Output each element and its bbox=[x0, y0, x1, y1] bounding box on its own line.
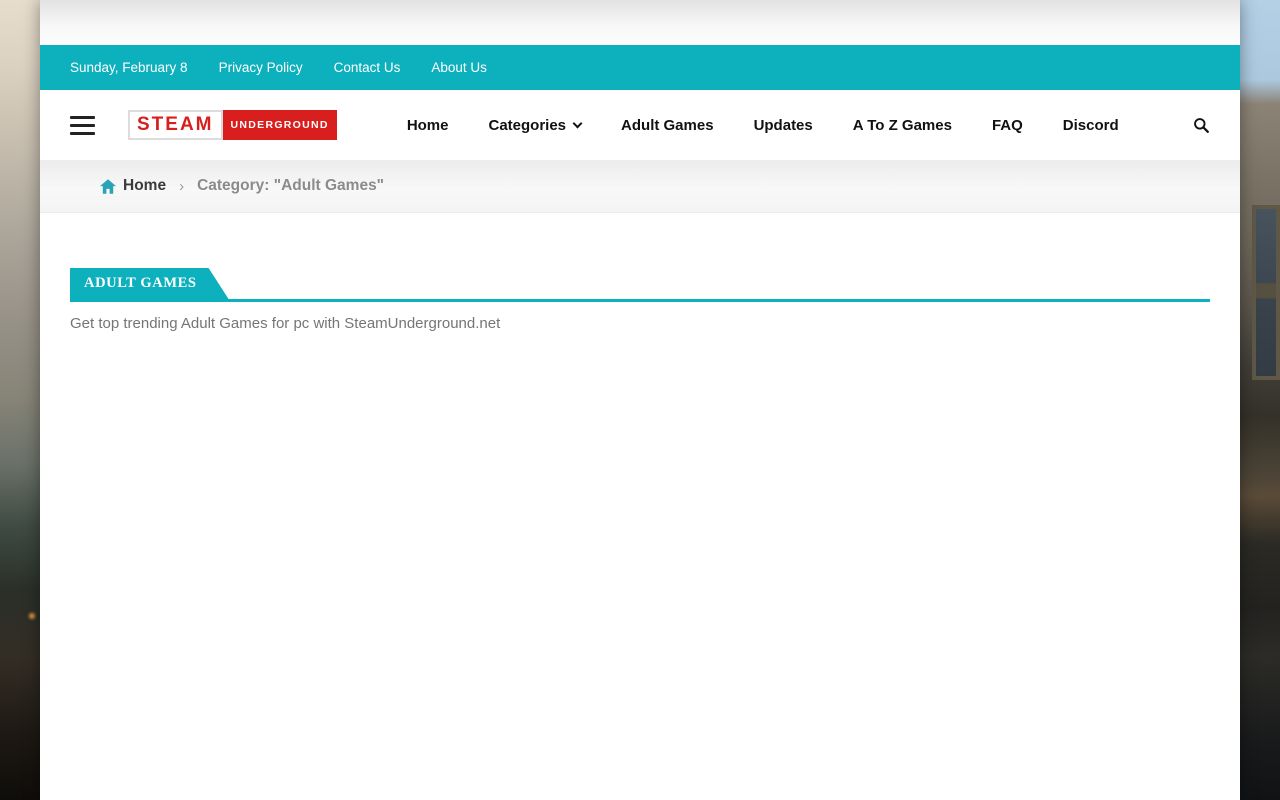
search-button[interactable] bbox=[1193, 117, 1210, 134]
nav-item-adult-games[interactable]: Adult Games bbox=[621, 117, 714, 134]
nav-item-updates[interactable]: Updates bbox=[754, 117, 813, 134]
main-content: ADULT GAMES Get top trending Adult Games… bbox=[40, 213, 1240, 800]
nav-item-home[interactable]: Home bbox=[407, 117, 449, 134]
topbar: Sunday, February 8 Privacy Policy Contac… bbox=[40, 45, 1240, 90]
logo-text-underground: UNDERGROUND bbox=[223, 110, 337, 140]
hamburger-menu-icon[interactable] bbox=[70, 116, 95, 135]
breadcrumb-current-page: Category: "Adult Games" bbox=[197, 177, 384, 195]
background-art-left bbox=[0, 0, 40, 800]
section-header-rule: ADULT GAMES bbox=[70, 268, 1210, 302]
logo-text-steam: STEAM bbox=[128, 110, 223, 140]
nav-item-categories[interactable]: Categories bbox=[489, 117, 582, 134]
breadcrumb-home-link[interactable]: Home bbox=[100, 177, 166, 195]
site-logo[interactable]: STEAM UNDERGROUND bbox=[128, 110, 337, 140]
nav-item-faq[interactable]: FAQ bbox=[992, 117, 1023, 134]
search-icon bbox=[1193, 117, 1210, 134]
chevron-down-icon bbox=[573, 118, 583, 128]
page-wrapper: Sunday, February 8 Privacy Policy Contac… bbox=[40, 0, 1240, 800]
section-description: Get top trending Adult Games for pc with… bbox=[70, 315, 1210, 332]
topbar-link-about-us[interactable]: About Us bbox=[431, 60, 487, 75]
topbar-link-contact-us[interactable]: Contact Us bbox=[334, 60, 401, 75]
section-title-badge: ADULT GAMES bbox=[70, 268, 229, 299]
nav-item-discord[interactable]: Discord bbox=[1063, 117, 1119, 134]
topbar-link-privacy-policy[interactable]: Privacy Policy bbox=[219, 60, 303, 75]
breadcrumb: Home › Category: "Adult Games" bbox=[40, 160, 1240, 213]
page-top-strip bbox=[40, 0, 1240, 45]
topbar-date: Sunday, February 8 bbox=[70, 60, 188, 75]
main-navbar: STEAM UNDERGROUND Home Categories Adult … bbox=[40, 90, 1240, 160]
background-window-shape bbox=[1252, 205, 1280, 380]
breadcrumb-separator: › bbox=[179, 178, 184, 195]
main-nav: Home Categories Adult Games Updates A To… bbox=[407, 117, 1119, 134]
home-icon bbox=[100, 179, 116, 194]
nav-item-a-to-z-games[interactable]: A To Z Games bbox=[853, 117, 952, 134]
breadcrumb-home-label: Home bbox=[123, 177, 166, 195]
background-art-right bbox=[1240, 0, 1280, 800]
